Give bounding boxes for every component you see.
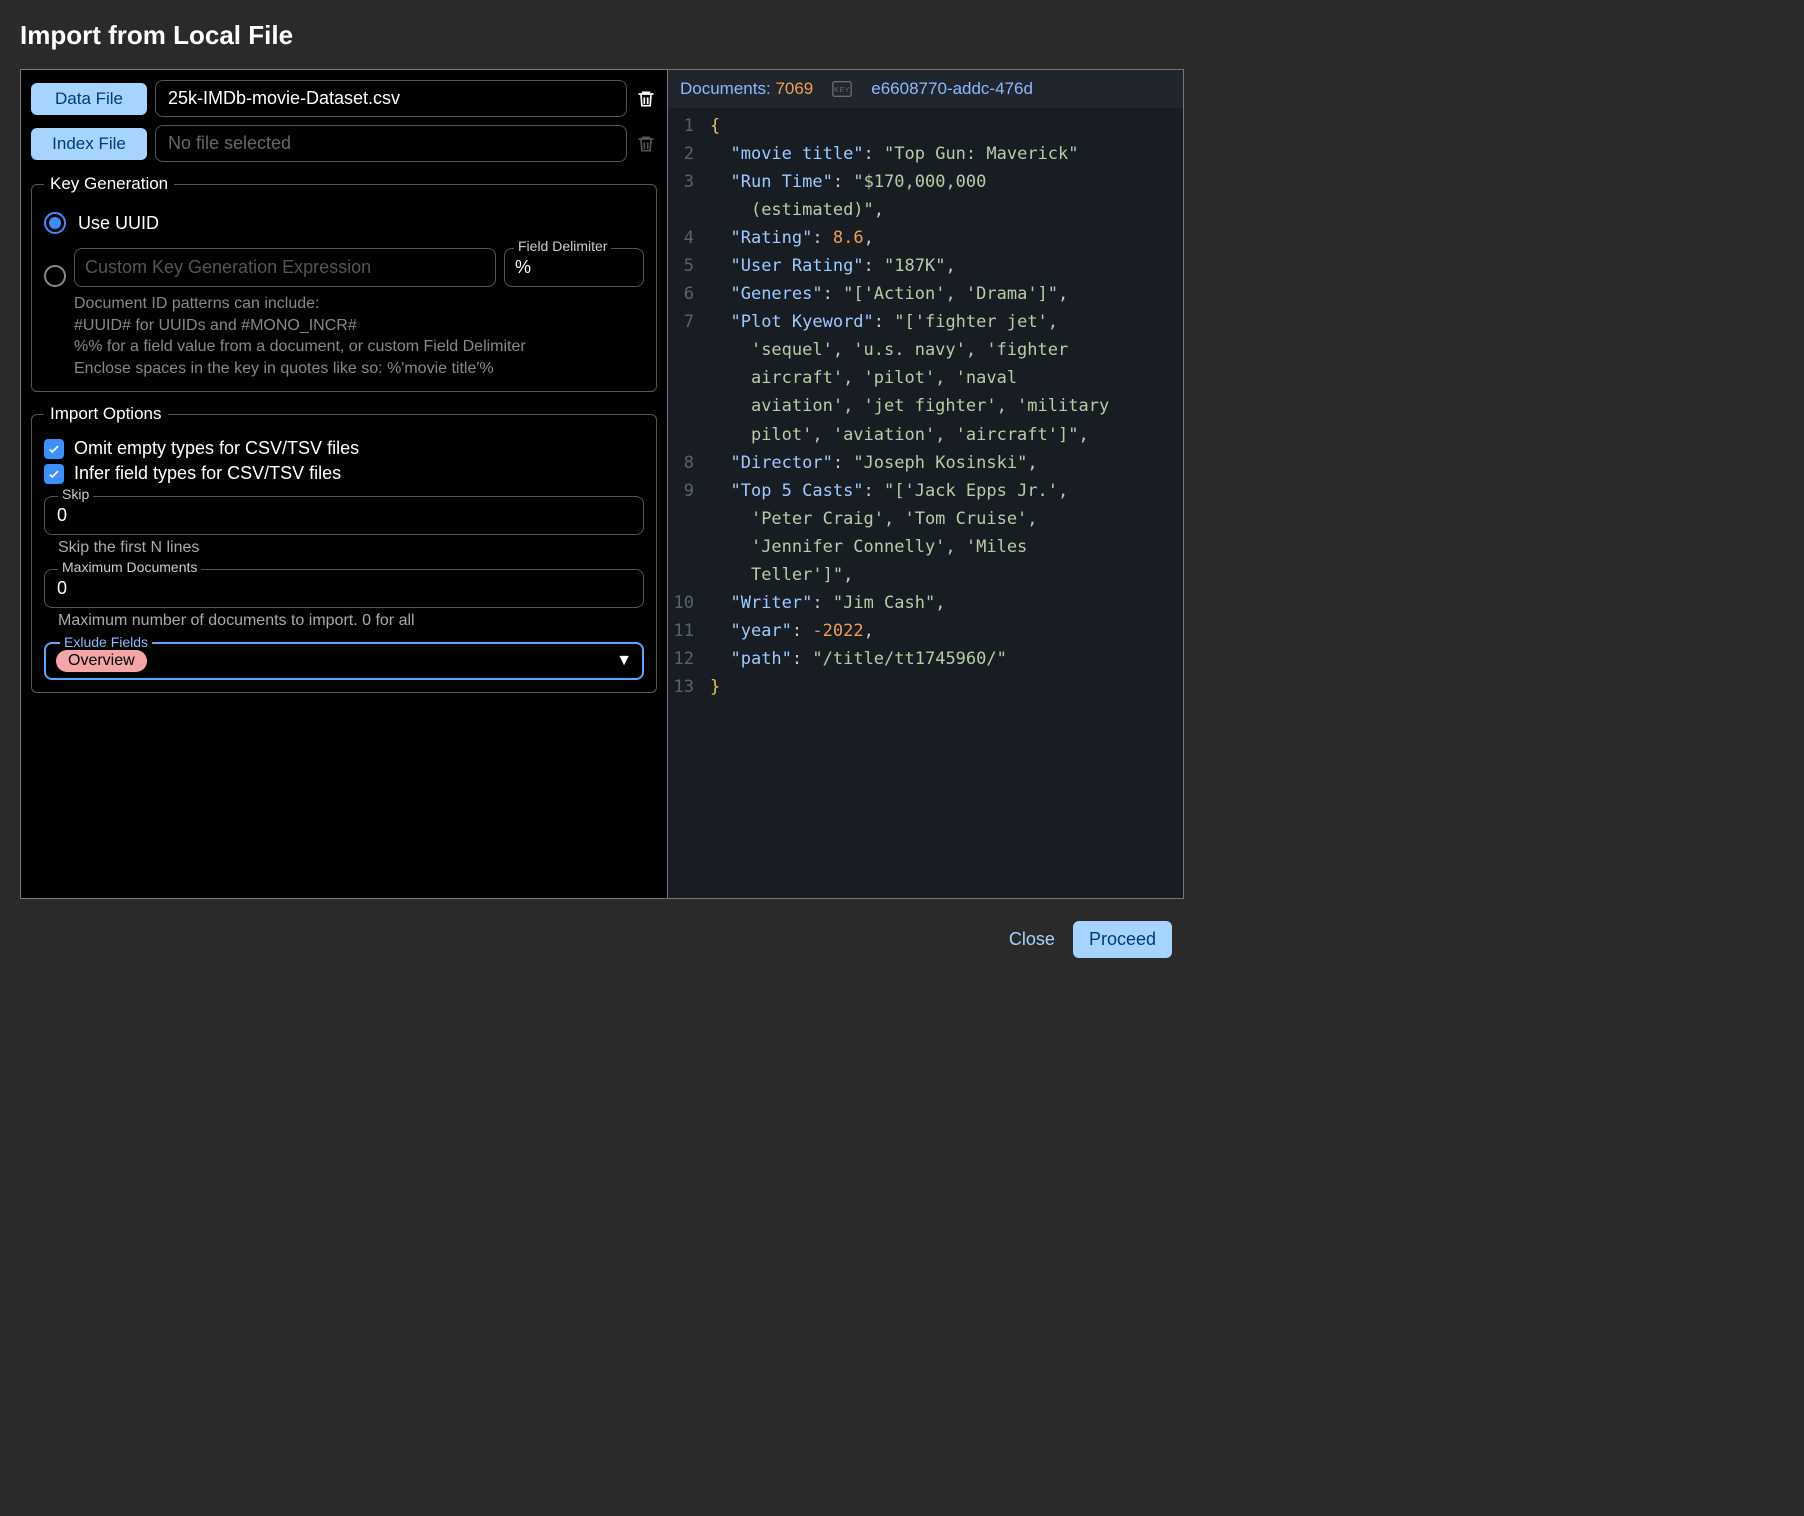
import-dialog: Import from Local File Data File 25k-IMD… [0, 0, 1204, 978]
custom-expression-input[interactable]: Custom Key Generation Expression [74, 248, 496, 287]
maxdocs-field-wrap: Maximum Documents 0 [44, 569, 644, 608]
checkbox-icon [44, 439, 64, 459]
preview-pane: Documents: 7069 KEY e6608770-addc-476d 1… [668, 70, 1183, 898]
import-options-legend: Import Options [44, 404, 168, 424]
exclude-fields-select[interactable]: Exlude Fields Overview ▼ [44, 642, 644, 680]
index-file-path[interactable]: No file selected [155, 125, 627, 162]
documents-count: Documents: 7069 [680, 79, 813, 99]
preview-header: Documents: 7069 KEY e6608770-addc-476d [668, 70, 1183, 108]
import-options-group: Import Options Omit empty types for CSV/… [31, 404, 657, 693]
index-file-button[interactable]: Index File [31, 128, 147, 160]
check-omit-empty[interactable]: Omit empty types for CSV/TSV files [44, 438, 644, 459]
left-pane: Data File 25k-IMDb-movie-Dataset.csv Ind… [21, 70, 668, 898]
data-file-row: Data File 25k-IMDb-movie-Dataset.csv [31, 80, 657, 117]
index-file-row: Index File No file selected [31, 125, 657, 162]
skip-hint: Skip the first N lines [58, 539, 644, 557]
data-file-path[interactable]: 25k-IMDb-movie-Dataset.csv [155, 80, 627, 117]
key-icon: KEY [831, 78, 853, 100]
close-button[interactable]: Close [1009, 929, 1055, 950]
check-label: Infer field types for CSV/TSV files [74, 463, 341, 484]
radio-custom-expr[interactable] [44, 265, 66, 287]
skip-field-wrap: Skip 0 [44, 496, 644, 535]
data-file-button[interactable]: Data File [31, 83, 147, 115]
field-delimiter-wrap: Field Delimiter % [504, 248, 644, 287]
field-delimiter-label: Field Delimiter [514, 238, 611, 254]
dialog-footer: Close Proceed [20, 899, 1184, 958]
keygen-help-text: Document ID patterns can include: #UUID#… [74, 293, 644, 379]
radio-label: Use UUID [78, 213, 159, 234]
skip-input[interactable]: 0 [44, 496, 644, 535]
exclude-chip[interactable]: Overview [56, 650, 147, 672]
document-id: e6608770-addc-476d [871, 79, 1033, 99]
exclude-fields-label: Exlude Fields [60, 634, 152, 650]
dialog-title: Import from Local File [20, 20, 1184, 51]
maxdocs-hint: Maximum number of documents to import. 0… [58, 612, 644, 630]
check-label: Omit empty types for CSV/TSV files [74, 438, 359, 459]
skip-label: Skip [58, 486, 93, 502]
trash-icon[interactable] [635, 86, 657, 112]
radio-icon [44, 265, 66, 287]
key-generation-group: Key Generation Use UUID Custom Key Gener… [31, 174, 657, 392]
main-panel: Data File 25k-IMDb-movie-Dataset.csv Ind… [20, 69, 1184, 899]
radio-use-uuid[interactable]: Use UUID [44, 212, 644, 234]
svg-text:KEY: KEY [834, 85, 850, 94]
key-generation-legend: Key Generation [44, 174, 174, 194]
json-preview[interactable]: 123 4567 89 10111213 { "movie title": "T… [668, 108, 1183, 898]
trash-icon-disabled [635, 131, 657, 157]
chevron-down-icon: ▼ [616, 652, 632, 670]
proceed-button[interactable]: Proceed [1073, 921, 1172, 958]
checkbox-icon [44, 464, 64, 484]
radio-icon [44, 212, 66, 234]
maxdocs-label: Maximum Documents [58, 559, 201, 575]
check-infer-types[interactable]: Infer field types for CSV/TSV files [44, 463, 644, 484]
